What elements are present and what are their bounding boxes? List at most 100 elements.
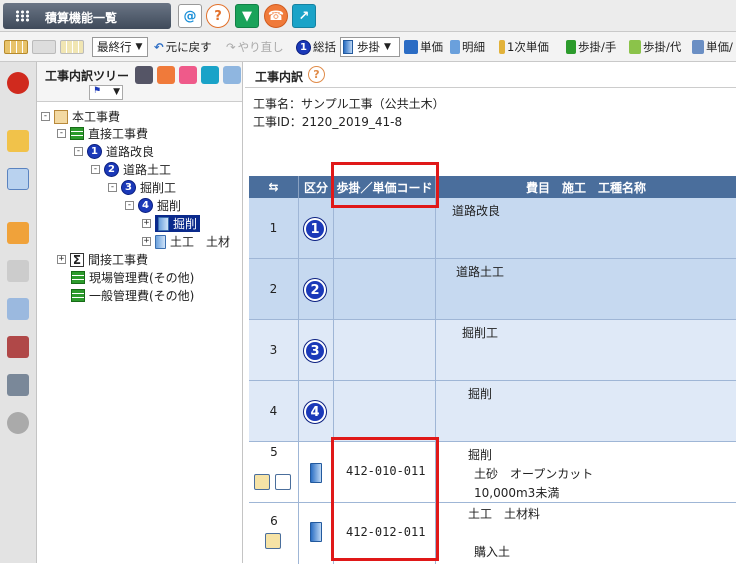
table-row[interactable]: 2 2 道路土工 — [249, 259, 736, 320]
tree-node-label: 道路土工 — [123, 163, 172, 177]
undo-button[interactable]: ↶ 元に戻す — [154, 38, 212, 56]
item-spec: 土砂 オープンカット — [474, 467, 594, 481]
step-select[interactable]: 歩掛 ▼ — [340, 37, 400, 57]
import-icon[interactable] — [7, 298, 29, 320]
collapse-icon[interactable]: - — [125, 201, 134, 210]
left-sidebar — [0, 62, 37, 563]
collapse-icon[interactable]: - — [41, 112, 50, 121]
top-bar: 積算機能一覧 @ ? ▼ ☎ ↗ — [0, 0, 736, 32]
item-spec: 購入土 — [474, 545, 511, 559]
tree-view-icon[interactable] — [7, 130, 29, 152]
tree-node[interactable]: 一般管理費(その他) — [71, 287, 194, 304]
tree-node-label: 掘削 — [173, 217, 198, 231]
collapse-icon[interactable]: - — [91, 165, 100, 174]
redo-button[interactable]: ↷ やり直し — [226, 38, 284, 56]
home-icon[interactable] — [7, 222, 29, 244]
tree-node[interactable]: -3 掘削工 — [108, 179, 176, 196]
list-icon — [71, 271, 85, 284]
tools-icon[interactable] — [7, 336, 29, 358]
tree-node-label: 直接工事費 — [88, 127, 149, 141]
row-number: 3 — [249, 320, 299, 380]
beginner-mark-icon[interactable]: ▼ — [235, 4, 259, 28]
table-insert-icon[interactable] — [60, 38, 84, 56]
refresh-icon[interactable] — [201, 66, 219, 84]
expand-icon[interactable]: + — [57, 255, 66, 264]
main-panel: 工事内訳 ? 工事名：サンプル工事（公共土木） 工事ID：2120_2019_4… — [245, 62, 736, 564]
help-circle-icon[interactable]: ? — [206, 4, 230, 28]
unit-price-button[interactable]: 単価 — [404, 38, 443, 56]
last-row-select[interactable]: 最終行 ▼ — [92, 37, 148, 57]
support-headset-icon[interactable]: ☎ — [264, 4, 288, 28]
item-name: 道路改良 — [452, 204, 501, 218]
col-kubun: 区分 — [299, 176, 334, 198]
tree-node[interactable]: -1 道路改良 — [74, 143, 154, 160]
flag-dropdown[interactable]: ⚑ ▼ — [89, 85, 123, 100]
help-icon[interactable]: ? — [308, 66, 325, 83]
first-unit-price-button[interactable]: 1次単価 — [499, 38, 549, 56]
tree-node[interactable]: - 本工事費 — [41, 108, 120, 125]
undo-icon: ↶ — [154, 40, 164, 54]
window-icon[interactable] — [7, 168, 29, 190]
number-icon: 2 — [104, 162, 119, 177]
table-row[interactable]: 1 1 道路改良 — [249, 198, 736, 259]
chevron-down-icon: ▼ — [384, 42, 391, 52]
settings-icon[interactable] — [135, 66, 153, 84]
step-proxy-button[interactable]: 歩掛/代 — [629, 38, 681, 56]
table-edit-icon[interactable] — [32, 38, 56, 56]
structure-icon[interactable] — [265, 533, 281, 549]
swap-columns-icon[interactable]: ⇆ — [249, 176, 299, 198]
table-row[interactable]: 3 3 掘削工 — [249, 320, 736, 381]
table-row[interactable]: 5 412-010-011 掘削 土砂 オープンカット 10,000m3未満 — [249, 442, 736, 503]
highlight-box-header — [331, 162, 439, 208]
collapse-icon[interactable]: - — [108, 183, 117, 192]
estimate-grid: ⇆ 区分 歩掛／単価コード 費目 施工 工種名称 1 1 道路改良 2 2 道路… — [249, 176, 736, 564]
structure-icon[interactable] — [254, 474, 270, 490]
tree-node[interactable]: -4 掘削 — [125, 197, 181, 214]
step-hand-button[interactable]: 歩掛/手 — [566, 38, 616, 56]
tree-node[interactable]: -2 道路土工 — [91, 161, 171, 178]
table-delete-icon[interactable] — [4, 38, 28, 56]
table-row[interactable]: 4 4 掘削 — [249, 381, 736, 442]
main-title: 工事内訳 — [255, 70, 304, 84]
expand-icon[interactable]: + — [142, 237, 151, 246]
project-id: 工事ID：2120_2019_41-8 — [253, 115, 403, 129]
search-doc-icon — [692, 40, 704, 54]
folder-open-icon[interactable] — [179, 66, 197, 84]
sigma-icon: Σ — [70, 252, 84, 267]
external-window-icon[interactable]: ↗ — [292, 4, 316, 28]
item-name: 掘削工 — [462, 326, 499, 340]
list-detail-icon[interactable] — [275, 474, 291, 490]
tree-node[interactable]: 現場管理費(その他) — [71, 269, 194, 286]
table-row[interactable]: 6 412-012-011 土工 土材料 購入土 — [249, 503, 736, 564]
step-hand-icon — [566, 40, 576, 54]
at-icon[interactable]: @ — [178, 4, 202, 28]
number-badge-icon: 2 — [304, 279, 326, 301]
detail-button[interactable]: 明細 — [450, 38, 485, 56]
gear-icon[interactable] — [7, 412, 29, 434]
tree-node-selected[interactable]: + 掘削 — [142, 215, 201, 232]
tree-node[interactable]: - 直接工事費 — [57, 125, 148, 142]
first-unit-price-icon — [499, 40, 505, 54]
collapse-icon[interactable]: - — [57, 129, 66, 138]
folder-icon[interactable] — [157, 66, 175, 84]
power-icon[interactable] — [7, 72, 29, 94]
expand-icon[interactable]: + — [142, 219, 151, 228]
tree-panel: 工事内訳ツリー ⚑ ▼ - 本工事費 - 直接工事費 -1 道路改良 -2 道路土工 -3… — [37, 62, 243, 563]
number-badge-icon: 3 — [304, 340, 326, 362]
detail-label: 明細 — [462, 40, 485, 54]
unit-price-proxy-button[interactable]: 単価/ — [692, 38, 733, 56]
row-number: 4 — [249, 381, 299, 441]
flag-icon: ⚑ — [93, 86, 102, 96]
tree-node[interactable]: + Σ 間接工事費 — [57, 251, 148, 268]
document-icon[interactable] — [7, 260, 29, 282]
function-list-button[interactable]: 積算機能一覧 — [3, 3, 171, 29]
detail-icon — [450, 40, 460, 54]
summary-button[interactable]: 1 総括 — [296, 38, 336, 56]
tree-node-label: 間接工事費 — [88, 253, 149, 267]
collapse-icon[interactable]: - — [74, 147, 83, 156]
close-icon[interactable] — [223, 66, 241, 84]
row-number: 2 — [249, 259, 299, 319]
tree-node[interactable]: + 土工 土材 — [142, 233, 230, 250]
item-name: 掘削 — [468, 448, 493, 462]
structure-icon[interactable] — [7, 374, 29, 396]
